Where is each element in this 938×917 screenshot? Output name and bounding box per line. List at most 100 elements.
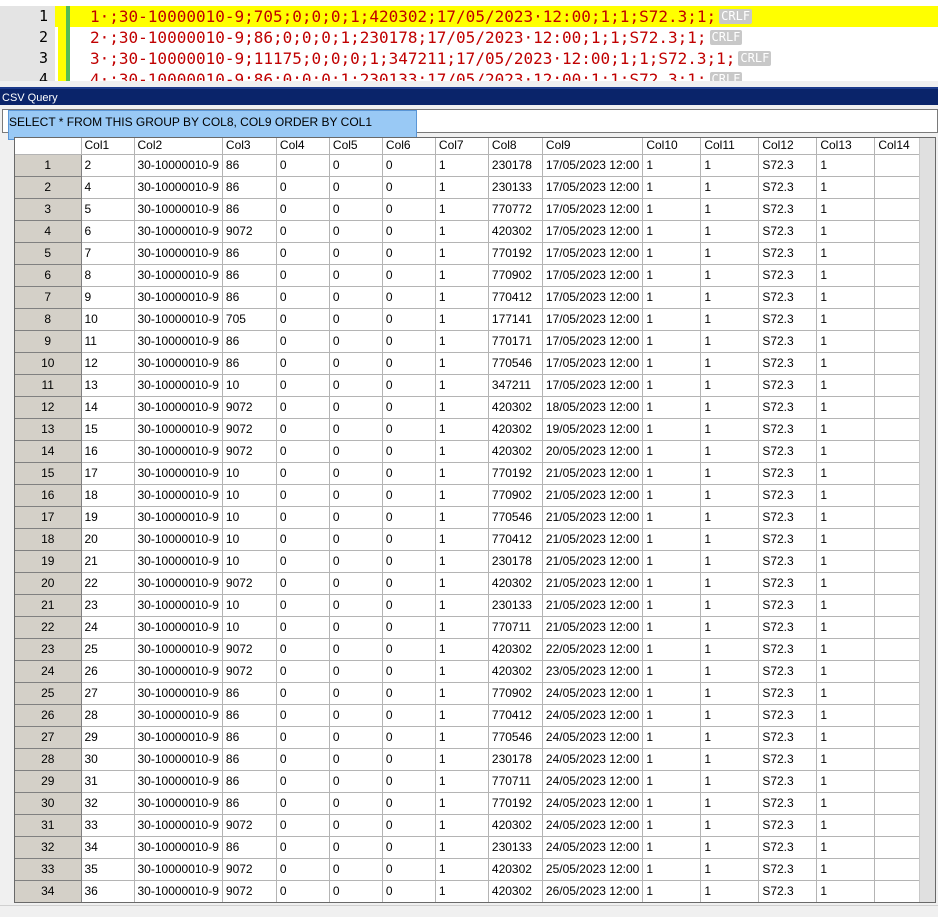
table-cell[interactable]: 1	[642, 308, 702, 331]
table-cell[interactable]: 0	[329, 418, 383, 441]
table-cell[interactable]: 1	[435, 396, 489, 419]
table-cell[interactable]: 21/05/2023 12:00	[542, 506, 644, 529]
table-cell[interactable]: 17/05/2023 12:00	[542, 330, 644, 353]
table-cell[interactable]: 0	[276, 594, 330, 617]
table-cell[interactable]: 770192	[488, 462, 543, 485]
row-header[interactable]: 33	[15, 858, 82, 881]
table-cell[interactable]: 86	[222, 792, 277, 815]
table-cell[interactable]: 770902	[488, 264, 543, 287]
table-cell[interactable]: 1	[642, 660, 702, 683]
table-cell[interactable]: 1	[642, 242, 702, 265]
column-header-col10[interactable]: Col10	[642, 138, 702, 155]
line-text[interactable]: 4·;30-10000010-9;86;0;0;0;1;230133;17/05…	[90, 69, 743, 81]
table-cell[interactable]: 1	[816, 462, 876, 485]
table-cell[interactable]: 17	[81, 462, 135, 485]
table-cell[interactable]: 0	[276, 814, 330, 837]
table-cell[interactable]: 12	[81, 352, 135, 375]
table-cell[interactable]: 30-10000010-9	[134, 616, 223, 639]
table-cell[interactable]: 0	[382, 308, 436, 331]
table-row[interactable]: 32 34 30-10000010-9 86 0 0 0 1 230133 24/05/2023 …	[15, 836, 934, 859]
table-cell[interactable]: 0	[329, 770, 383, 793]
bookmark-margin[interactable]	[58, 6, 66, 27]
table-cell[interactable]: 0	[382, 726, 436, 749]
table-cell[interactable]: 420302	[488, 858, 543, 881]
table-cell[interactable]: 30-10000010-9	[134, 286, 223, 309]
table-cell[interactable]: 17/05/2023 12:00	[542, 198, 644, 221]
table-cell[interactable]: 26	[81, 660, 135, 683]
table-cell[interactable]: 1	[435, 198, 489, 221]
table-cell[interactable]: 1	[700, 264, 760, 287]
table-cell[interactable]: 0	[276, 726, 330, 749]
table-cell[interactable]: 30-10000010-9	[134, 726, 223, 749]
row-header[interactable]: 10	[15, 352, 82, 375]
table-cell[interactable]: 30-10000010-9	[134, 242, 223, 265]
table-cell[interactable]: 9072	[222, 418, 277, 441]
table-cell[interactable]: 0	[329, 594, 383, 617]
table-cell[interactable]: 230133	[488, 594, 543, 617]
table-cell[interactable]: 770412	[488, 704, 543, 727]
row-header[interactable]: 7	[15, 286, 82, 309]
table-cell[interactable]: 770902	[488, 484, 543, 507]
bookmark-margin[interactable]	[58, 27, 66, 48]
table-cell[interactable]: 23/05/2023 12:00	[542, 660, 644, 683]
table-cell[interactable]: 1	[816, 418, 876, 441]
table-cell[interactable]: 1	[816, 330, 876, 353]
table-cell[interactable]: 1	[435, 308, 489, 331]
table-cell[interactable]: 0	[329, 880, 383, 902]
table-cell[interactable]: 86	[222, 770, 277, 793]
table-cell[interactable]: 1	[642, 550, 702, 573]
table-row[interactable]: 7 9 30-10000010-9 86 0 0 0 1 770412 17/05/2023 12…	[15, 286, 934, 309]
table-cell[interactable]: 0	[382, 374, 436, 397]
table-cell[interactable]: 30-10000010-9	[134, 506, 223, 529]
table-cell[interactable]: 1	[700, 286, 760, 309]
table-cell[interactable]: 10	[222, 374, 277, 397]
table-cell[interactable]: 30-10000010-9	[134, 836, 223, 859]
table-cell[interactable]: S72.3	[758, 286, 818, 309]
table-cell[interactable]: 0	[329, 726, 383, 749]
table-cell[interactable]: 1	[816, 858, 876, 881]
table-row[interactable]: 4 6 30-10000010-9 9072 0 0 0 1 420302 17/05/2023 …	[15, 220, 934, 243]
table-cell[interactable]: 0	[382, 440, 436, 463]
table-cell[interactable]: 21/05/2023 12:00	[542, 572, 644, 595]
table-cell[interactable]: 36	[81, 880, 135, 902]
table-cell[interactable]: 0	[329, 154, 383, 177]
table-cell[interactable]: 10	[222, 462, 277, 485]
table-row[interactable]: 28 30 30-10000010-9 86 0 0 0 1 230178 24/05/2023 …	[15, 748, 934, 771]
table-cell[interactable]: 24	[81, 616, 135, 639]
table-cell[interactable]: S72.3	[758, 242, 818, 265]
table-cell[interactable]: 0	[276, 858, 330, 881]
table-cell[interactable]: 1	[816, 220, 876, 243]
table-cell[interactable]: 1	[816, 726, 876, 749]
table-cell[interactable]: 1	[816, 836, 876, 859]
table-cell[interactable]: 1	[700, 616, 760, 639]
table-row[interactable]: 31 33 30-10000010-9 9072 0 0 0 1 420302 24/05/202…	[15, 814, 934, 837]
table-cell[interactable]: 1	[642, 264, 702, 287]
table-cell[interactable]: 21/05/2023 12:00	[542, 528, 644, 551]
table-cell[interactable]: 6	[81, 220, 135, 243]
table-cell[interactable]: 9072	[222, 440, 277, 463]
table-cell[interactable]: 1	[642, 836, 702, 859]
table-cell[interactable]: 0	[329, 506, 383, 529]
table-cell[interactable]: 0	[382, 682, 436, 705]
table-cell[interactable]: 0	[382, 616, 436, 639]
table-cell[interactable]: 24/05/2023 12:00	[542, 770, 644, 793]
table-cell[interactable]: S72.3	[758, 374, 818, 397]
table-cell[interactable]: 1	[642, 286, 702, 309]
table-cell[interactable]: 1	[642, 814, 702, 837]
vertical-scrollbar[interactable]	[919, 138, 935, 902]
table-cell[interactable]: 17/05/2023 12:00	[542, 154, 644, 177]
table-cell[interactable]: 30-10000010-9	[134, 682, 223, 705]
table-cell[interactable]: 1	[700, 418, 760, 441]
table-cell[interactable]: 1	[435, 286, 489, 309]
table-cell[interactable]: 17/05/2023 12:00	[542, 352, 644, 375]
table-cell[interactable]: S72.3	[758, 682, 818, 705]
table-cell[interactable]: 1	[816, 682, 876, 705]
table-cell[interactable]: S72.3	[758, 704, 818, 727]
table-cell[interactable]: 1	[642, 572, 702, 595]
table-cell[interactable]: 1	[435, 572, 489, 595]
table-cell[interactable]: 0	[382, 330, 436, 353]
table-cell[interactable]: 30-10000010-9	[134, 330, 223, 353]
table-cell[interactable]: 0	[382, 836, 436, 859]
table-cell[interactable]: 1	[435, 418, 489, 441]
table-cell[interactable]: 1	[700, 506, 760, 529]
